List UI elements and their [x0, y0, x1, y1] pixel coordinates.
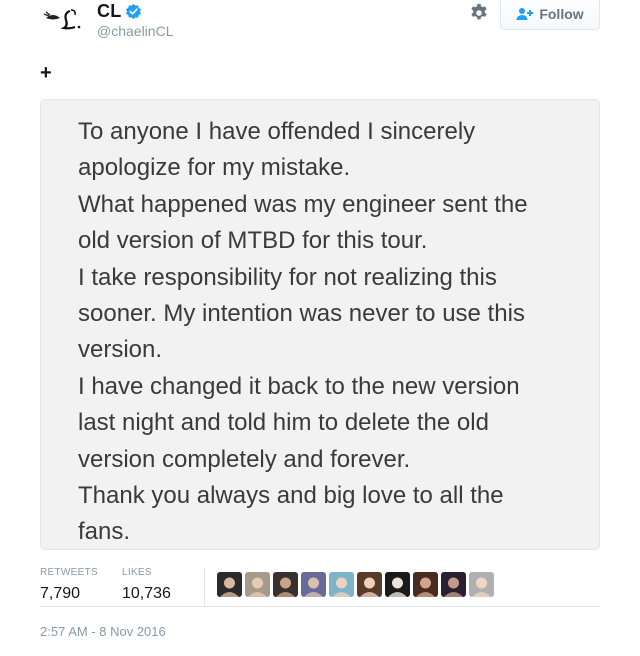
- retweets-stat[interactable]: RETWEETS 7,790: [40, 567, 122, 603]
- liker-avatar[interactable]: [329, 572, 354, 597]
- divider: [40, 606, 600, 607]
- liker-avatar[interactable]: [357, 572, 382, 597]
- tweet-image-text-line: version completely and forever.: [78, 445, 411, 473]
- likes-stat[interactable]: LIKES 10,736: [122, 567, 204, 603]
- avatar-logo-icon: [43, 9, 81, 30]
- tweet-image-text-line: apologize for my mistake.: [78, 154, 351, 182]
- avatar[interactable]: [40, 4, 88, 40]
- expand-plus-icon[interactable]: +: [40, 63, 52, 83]
- tweet-image[interactable]: To anyone I have offended I sincerely apo…: [40, 99, 600, 550]
- tweet-image-text-line: I take responsibility for not realizing …: [78, 263, 497, 291]
- liker-avatar[interactable]: [469, 572, 494, 597]
- stats-divider: [204, 567, 205, 607]
- tweet-image-text-line: old version of MTBD for this tour.: [78, 227, 428, 255]
- liker-avatar[interactable]: [385, 572, 410, 597]
- user-handle[interactable]: @chaelinCL: [97, 23, 173, 39]
- gear-icon[interactable]: [468, 2, 490, 24]
- liker-avatar[interactable]: [273, 572, 298, 597]
- liker-avatar[interactable]: [413, 572, 438, 597]
- retweets-label: RETWEETS: [40, 567, 98, 578]
- likes-label: LIKES: [122, 567, 152, 578]
- liker-avatar[interactable]: [301, 572, 326, 597]
- tweet-image-text-line: What happened was my engineer sent the: [78, 190, 528, 218]
- tweet-timestamp[interactable]: 2:57 AM - 8 Nov 2016: [40, 624, 166, 639]
- tweet-image-text-line: version.: [78, 336, 163, 364]
- follow-user-icon: [516, 7, 534, 20]
- verified-badge-icon: [126, 3, 142, 20]
- tweet-image-text-line: fans.: [78, 518, 131, 546]
- tweet-image-text-line: I have changed it back to the new versio…: [78, 372, 520, 400]
- tweet-image-text-line: Thank you always and big love to all the: [78, 482, 504, 510]
- liker-avatar[interactable]: [441, 572, 466, 597]
- likers-avatars: [217, 572, 494, 597]
- tweet-image-text: To anyone I have offended I sincerely apo…: [78, 114, 528, 551]
- tweet-stats: RETWEETS 7,790 LIKES 10,736: [40, 567, 205, 607]
- likes-count: 10,736: [122, 585, 171, 602]
- follow-button-label: Follow: [539, 5, 584, 22]
- tweet-image-text-line: sooner. My intention was never to use th…: [78, 300, 525, 328]
- follow-button[interactable]: Follow: [500, 0, 600, 30]
- user-name-row[interactable]: CL: [97, 1, 142, 22]
- liker-avatar[interactable]: [245, 572, 270, 597]
- retweets-count: 7,790: [40, 585, 81, 602]
- display-name[interactable]: CL: [97, 1, 121, 22]
- tweet-image-text-line: To anyone I have offended I sincerely: [78, 118, 476, 145]
- liker-avatar[interactable]: [217, 572, 242, 597]
- tweet-image-text-line: last night and told him to delete the ol…: [78, 409, 489, 437]
